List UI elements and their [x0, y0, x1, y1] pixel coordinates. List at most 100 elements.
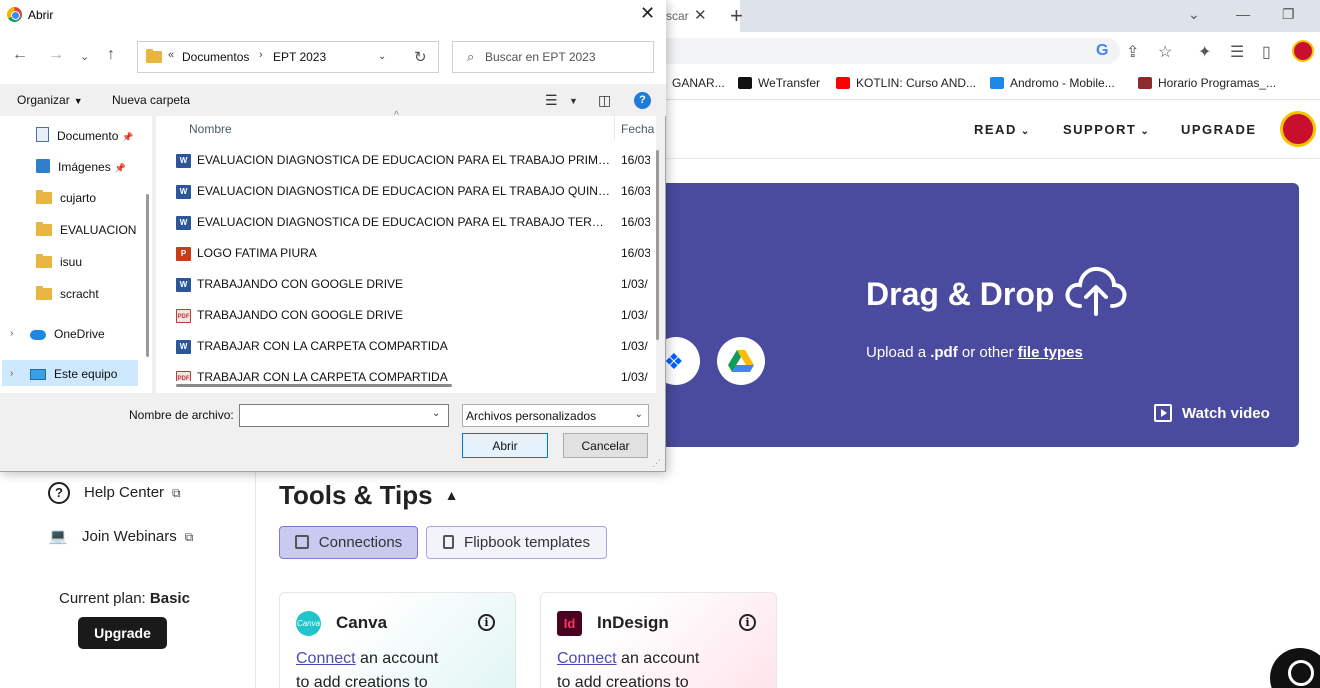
- new-tab-icon[interactable]: +: [730, 3, 743, 29]
- column-header-date[interactable]: Fecha: [621, 122, 654, 136]
- open-button[interactable]: Abrir: [462, 433, 548, 458]
- dropzone-subtitle: Upload a .pdf or other file types: [866, 344, 1083, 361]
- profile-avatar-icon[interactable]: [1292, 40, 1314, 62]
- up-arrow-icon[interactable]: ↑: [107, 46, 115, 64]
- column-divider[interactable]: [614, 116, 615, 140]
- side-panel-icon[interactable]: ▯: [1262, 42, 1271, 62]
- filename-input[interactable]: [239, 404, 449, 427]
- chevron-right-icon[interactable]: ›: [259, 49, 263, 61]
- andromo-icon: [990, 77, 1004, 89]
- file-row[interactable]: P LOGO FATIMA PIURA 16/03: [176, 245, 650, 267]
- forward-arrow-icon[interactable]: →: [48, 46, 64, 64]
- bookmark-item[interactable]: GANAR...: [672, 76, 725, 90]
- bookmark-item[interactable]: Horario Programas_...: [1138, 76, 1276, 90]
- horizontal-scrollbar[interactable]: [176, 384, 452, 387]
- upgrade-button[interactable]: Upgrade: [78, 617, 167, 649]
- folder-icon: [36, 190, 52, 204]
- pin-icon: 📌: [122, 132, 134, 142]
- navigation-scrollbar[interactable]: [146, 194, 149, 357]
- bookmark-item[interactable]: KOTLIN: Curso AND...: [836, 76, 976, 90]
- organize-button[interactable]: Organizar ▼: [17, 93, 83, 107]
- file-type-select[interactable]: Archivos personalizados ⌄: [462, 404, 649, 427]
- tab-close-icon[interactable]: ✕: [694, 6, 707, 24]
- file-row[interactable]: W EVALUACION DIAGNOSTICA DE EDUCACION PAR…: [176, 214, 650, 236]
- back-arrow-icon[interactable]: ←: [12, 46, 28, 64]
- connect-link[interactable]: Connect: [296, 650, 356, 667]
- folder-icon: [36, 222, 52, 236]
- onedrive-icon: [30, 330, 46, 340]
- address-path[interactable]: « Documentos › EPT 2023 ⌄ ↻: [137, 41, 439, 73]
- powerpoint-file-icon: P: [176, 247, 191, 261]
- nav-item-este-equipo[interactable]: Este equipo: [30, 367, 117, 389]
- file-row[interactable]: PDF TRABAJANDO CON GOOGLE DRIVE 1/03/: [176, 307, 650, 329]
- nav-item-cujarto[interactable]: cujarto: [36, 190, 96, 213]
- info-icon[interactable]: i: [739, 614, 756, 631]
- vertical-scrollbar[interactable]: [656, 150, 659, 340]
- path-segment-documentos[interactable]: Documentos: [182, 50, 249, 64]
- watch-video-button[interactable]: Watch video: [1154, 404, 1270, 422]
- refresh-icon[interactable]: ↻: [414, 48, 427, 66]
- share-icon[interactable]: ⇪: [1126, 42, 1139, 62]
- nav-item-documentos[interactable]: Documento 📌: [36, 127, 134, 149]
- new-folder-button[interactable]: Nueva carpeta: [112, 93, 190, 107]
- join-webinars-link[interactable]: 💻 Join Webinars ⧉: [48, 527, 194, 545]
- nav-read[interactable]: READ ⌄: [974, 122, 1031, 137]
- extensions-icon[interactable]: ✦: [1198, 42, 1211, 62]
- cancel-button[interactable]: Cancelar: [563, 433, 648, 458]
- file-row[interactable]: PDF TRABAJAR CON LA CARPETA COMPARTIDA 1/0…: [176, 369, 650, 381]
- tab-flipbook-templates[interactable]: Flipbook templates: [426, 526, 607, 559]
- nav-item-imagenes[interactable]: Imágenes 📌: [36, 159, 126, 181]
- tools-tips-heading[interactable]: Tools & Tips ▲: [279, 480, 458, 511]
- dialog-titlebar[interactable]: [0, 0, 666, 30]
- help-icon[interactable]: ?: [634, 92, 651, 109]
- file-types-link[interactable]: file types: [1018, 344, 1083, 361]
- template-icon: [443, 535, 455, 549]
- chrome-icon: [7, 7, 22, 22]
- google-icon[interactable]: G: [1096, 42, 1108, 60]
- help-center-link[interactable]: ? Help Center ⧉: [48, 482, 181, 504]
- nav-item-evaluacion[interactable]: EVALUACION: [36, 222, 136, 245]
- recent-locations-icon[interactable]: ⌄: [80, 50, 89, 63]
- search-input[interactable]: [485, 43, 649, 71]
- chevron-down-icon[interactable]: ⌄: [378, 51, 386, 62]
- open-file-dialog: Abrir ✕ ← → ⌄ ↑ « Documentos › EPT 2023 …: [0, 0, 666, 472]
- resize-grip-icon[interactable]: ⋰: [652, 458, 661, 469]
- file-row[interactable]: W EVALUACION DIAGNOSTICA DE EDUCACION PAR…: [176, 152, 650, 174]
- document-icon: [1138, 77, 1152, 89]
- nav-support[interactable]: SUPPORT ⌄: [1063, 122, 1150, 137]
- view-options-icon[interactable]: ☰: [545, 92, 558, 109]
- expand-chevron-icon[interactable]: ›: [10, 368, 13, 379]
- tab-connections[interactable]: Connections: [279, 526, 418, 559]
- chevron-down-icon: ⌄: [1020, 126, 1031, 137]
- path-overflow[interactable]: «: [168, 49, 174, 61]
- nav-upgrade[interactable]: UPGRADE: [1181, 122, 1257, 137]
- path-segment-ept-2023[interactable]: EPT 2023: [273, 50, 326, 64]
- info-icon[interactable]: i: [478, 614, 495, 631]
- column-header-name[interactable]: Nombre: [189, 122, 232, 136]
- restore-icon[interactable]: ❐: [1282, 6, 1295, 23]
- nav-item-scracht[interactable]: scracht: [36, 286, 99, 309]
- expand-chevron-icon[interactable]: ›: [10, 328, 13, 339]
- dropdown-arrow-icon[interactable]: ▼: [569, 96, 578, 106]
- reading-list-icon[interactable]: ☰: [1230, 42, 1244, 62]
- external-link-icon: ⧉: [184, 530, 194, 544]
- star-icon[interactable]: ☆: [1158, 42, 1172, 62]
- file-row[interactable]: W TRABAJAR CON LA CARPETA COMPARTIDA 1/03/: [176, 338, 650, 360]
- address-bar[interactable]: [640, 38, 1120, 64]
- chevron-down-icon[interactable]: ⌄: [432, 408, 440, 419]
- bookmark-item[interactable]: Andromo - Mobile...: [990, 76, 1115, 90]
- help-chat-button[interactable]: [1270, 648, 1320, 688]
- nav-item-onedrive[interactable]: OneDrive: [30, 327, 105, 349]
- minimize-icon[interactable]: —: [1236, 6, 1250, 22]
- user-avatar[interactable]: [1280, 111, 1316, 147]
- tab-search-icon[interactable]: ⌄: [1188, 6, 1200, 23]
- preview-pane-icon[interactable]: ◫: [598, 92, 611, 109]
- file-row[interactable]: W EVALUACION DIAGNOSTICA DE EDUCACION PAR…: [176, 183, 650, 205]
- connect-link[interactable]: Connect: [557, 650, 617, 667]
- nav-item-isuu[interactable]: isuu: [36, 254, 82, 277]
- bookmark-item[interactable]: WeTransfer: [738, 76, 820, 90]
- file-row[interactable]: W TRABAJANDO CON GOOGLE DRIVE 1/03/: [176, 276, 650, 298]
- close-icon[interactable]: ✕: [640, 3, 655, 24]
- pdf-file-icon: PDF: [176, 371, 191, 381]
- search-box[interactable]: ⌕: [452, 41, 654, 73]
